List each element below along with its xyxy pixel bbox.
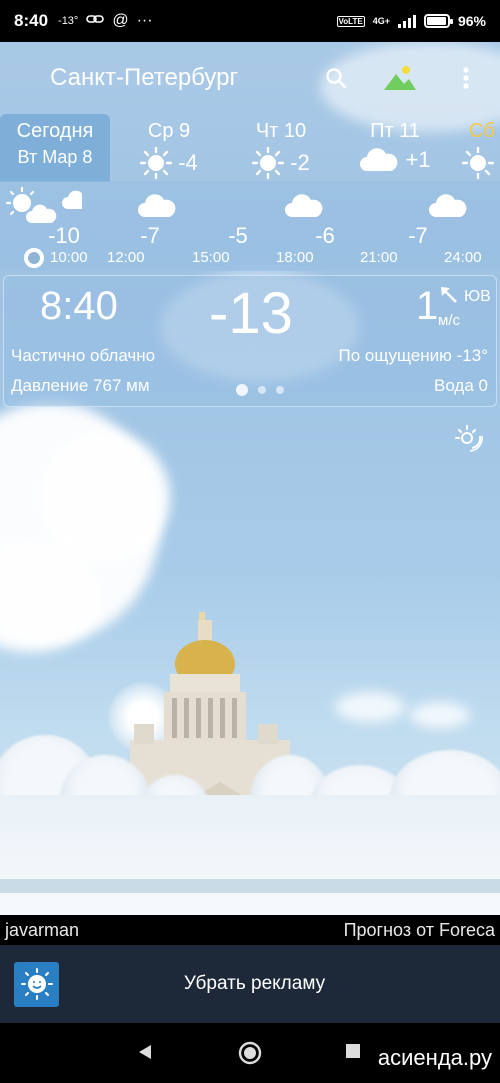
hour-time: 24:00 [444, 249, 482, 266]
watermark: асиенда.ру [377, 1045, 492, 1070]
day-name: Ср 9 [147, 120, 191, 142]
at-icon: @ [112, 12, 129, 29]
wind-unit: м/с [438, 312, 460, 329]
hour-time: 12:00 [107, 249, 145, 266]
menu-button[interactable] [448, 60, 484, 96]
partly-cloudy-icon [5, 186, 93, 223]
tab-day-sat[interactable]: Сб [462, 114, 500, 182]
more-notifications-icon: ··· [136, 12, 153, 29]
day-name: Чт 10 [255, 120, 307, 142]
hour-temp: -10 [48, 223, 80, 248]
hour-item [117, 187, 197, 224]
battery-icon [423, 14, 453, 28]
hour-temp: -7 [408, 223, 428, 248]
day-name: Сб [469, 120, 495, 142]
link-icon [86, 12, 105, 30]
hour-time: 10:00 [50, 249, 88, 266]
wind-direction-icon [440, 286, 458, 309]
day-tabs: Сегодня Вт Мар 8 Ср 9 -4 Чт 10 -2 Пт 11 … [0, 114, 500, 182]
hourly-forecast[interactable]: -10 -7 -5 -6 -7 10:00 12:00 15:00 18:00 … [0, 181, 500, 271]
current-hour-indicator [24, 248, 44, 268]
signal-icon [397, 14, 416, 28]
wind-direction: ЮВ [464, 288, 491, 305]
sun-times-button[interactable] [452, 422, 484, 454]
photo-author[interactable]: javarman [5, 920, 79, 941]
hour-temp: -5 [228, 223, 248, 248]
day-name: Пт 11 [370, 120, 420, 142]
landscape-icon [384, 66, 416, 90]
tab-day-wed[interactable]: Ср 9 -4 [124, 114, 214, 182]
volte-icon: VoLTE [336, 15, 365, 27]
hour-temp: -6 [315, 223, 335, 248]
app-logo-icon [14, 961, 59, 1007]
home-button[interactable] [238, 1041, 262, 1070]
sunrise-icon [455, 425, 483, 452]
recents-icon [346, 1044, 360, 1058]
hour-item [264, 187, 344, 224]
cloud-icon [285, 194, 323, 217]
precipitation: Вода 0 [434, 376, 488, 395]
hour-item [408, 187, 488, 224]
day-name: Сегодня [16, 120, 94, 142]
status-time: 8:40 [14, 11, 49, 30]
page-indicator [236, 384, 284, 396]
wind-speed: 1 [416, 284, 439, 328]
hour-time: 21:00 [360, 249, 398, 266]
search-button[interactable] [318, 60, 354, 96]
day-temp: +1 [405, 147, 431, 172]
current-time: 8:40 [40, 284, 118, 328]
sun-icon [140, 147, 173, 179]
tab-today[interactable]: Сегодня Вт Мар 8 [0, 114, 110, 182]
feels-like: По ощущению -13° [338, 346, 488, 365]
condition-text: Частично облачно [11, 346, 156, 365]
back-icon [139, 1045, 151, 1059]
home-icon [238, 1041, 262, 1065]
cloud-icon [138, 194, 176, 217]
status-temp: -13° [58, 15, 79, 27]
remove-ads-bar[interactable]: Убрать рекламу [0, 945, 500, 1023]
cloud-icon [429, 194, 467, 217]
pressure: Давление 767 мм [11, 376, 150, 395]
credits-bar: javarman Прогноз от Foreca [0, 915, 500, 945]
background-picker-button[interactable] [382, 60, 418, 96]
sun-icon [252, 147, 285, 179]
day-date: Вт Мар 8 [17, 147, 93, 167]
network-gen: 4G+ [372, 16, 390, 26]
current-temp: -13 [209, 281, 293, 346]
status-bar: 8:40 -13° @ ··· VoLTE 4G+ 96% [0, 0, 500, 42]
recents-button[interactable] [345, 1043, 361, 1064]
city-title[interactable]: Санкт-Петербург [50, 64, 238, 92]
tab-day-fri[interactable]: Пт 11 +1 [350, 114, 440, 182]
current-conditions-card[interactable]: 8:40 -13 1 ЮВ м/с Частично облачно По ощ… [3, 275, 497, 407]
app-header: Санкт-Петербург [0, 42, 500, 114]
hour-time: 15:00 [192, 249, 230, 266]
cloud-icon [360, 148, 398, 171]
battery-percent: 96% [457, 13, 486, 29]
sun-icon [462, 147, 494, 179]
back-button[interactable] [137, 1043, 153, 1066]
hour-temp: -7 [140, 223, 160, 248]
search-icon [326, 68, 347, 89]
day-temp: -4 [178, 150, 198, 175]
tab-day-thu[interactable]: Чт 10 -2 [236, 114, 326, 182]
hour-time: 18:00 [276, 249, 314, 266]
day-temp: -2 [290, 150, 310, 175]
forecast-provider[interactable]: Прогноз от Foreca [344, 920, 495, 941]
remove-ads-label: Убрать рекламу [183, 973, 326, 994]
more-vert-icon [463, 67, 469, 89]
